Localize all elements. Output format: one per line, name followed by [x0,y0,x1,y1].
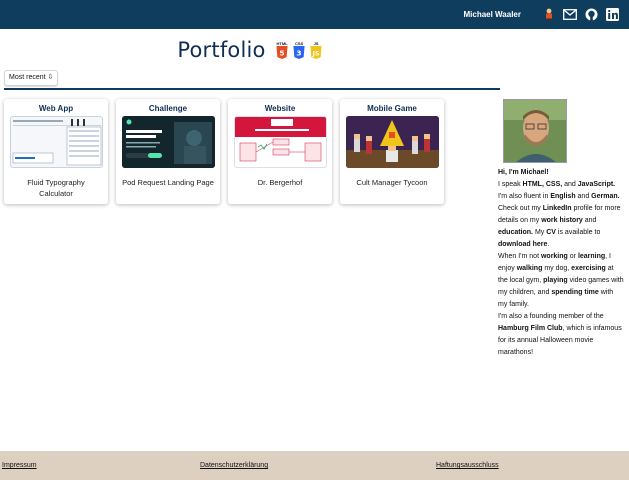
page-header: Portfolio HTML 5 CSS 3 JS JS [0,38,500,62]
card-title: Cult Manager Tycoon [356,178,428,187]
footer: Impressum Datenschutzerklärung Haftungsa… [0,451,629,480]
svg-text:5: 5 [280,48,285,57]
card-thumbnail [345,116,439,168]
footer-link-privacy[interactable]: Datenschutzerklärung [200,462,268,469]
js-badge: JS JS [310,41,323,59]
project-card-web-app[interactable]: Web App Fluid Typography Calculator [4,99,108,204]
html5-badge: HTML 5 [276,41,288,59]
bio-paragraph: I'm also a founding member of the Hambur… [498,313,622,356]
card-thumbnail [121,116,215,168]
profile-photo [503,99,567,163]
github-icon[interactable] [584,8,598,22]
bio-section: Hi, I'm Michael! I speak HTML, CSS, and … [498,167,624,359]
project-card-website[interactable]: Website Dr. Bergerhof [228,99,332,204]
top-navbar: Michael Waaler [0,0,629,29]
card-title: Pod Request Landing Page [122,178,214,187]
card-category: Website [264,104,296,113]
card-category: Web App [38,104,74,113]
person-icon[interactable] [542,8,556,22]
card-thumbnail [9,116,103,168]
cv-download-link[interactable]: download here [498,241,547,248]
project-card-challenge[interactable]: Challenge Pod Request Landing Page [116,99,220,204]
card-title: Dr. Bergerhof [257,178,303,187]
project-card-mobile-game[interactable]: Mobile Game Cult Manager Tycoon [340,99,444,204]
bio-greeting: Hi, I'm Michael! [498,169,549,176]
svg-text:JS: JS [312,49,320,57]
linkedin-icon[interactable] [605,8,619,22]
bio-paragraph: When I'm not working or learning, I enjo… [498,253,624,308]
svg-text:3: 3 [297,48,302,57]
card-category: Mobile Game [367,104,417,113]
mail-icon[interactable] [563,8,577,22]
page-title: Portfolio [177,38,266,62]
bio-paragraph: I'm also fluent in English and German. [498,193,620,200]
footer-link-disclaimer[interactable]: Haftungsausschluss [436,462,499,469]
card-thumbnail [233,116,327,168]
bio-paragraph: I speak HTML, CSS, and JavaScript. [498,181,616,188]
card-title: Fluid Typography Calculator [27,178,85,198]
sort-dropdown[interactable]: Most recent ⇩ [4,70,59,86]
user-name: Michael Waaler [463,10,521,19]
css3-badge: CSS 3 [293,41,305,59]
divider [4,88,500,90]
bio-paragraph: Check out my LinkedIn profile for more d… [498,205,621,248]
linkedin-link[interactable]: LinkedIn [543,205,572,212]
card-category: Challenge [148,104,188,113]
tech-badges: HTML 5 CSS 3 JS JS [276,41,323,59]
footer-link-impressum[interactable]: Impressum [2,462,37,469]
